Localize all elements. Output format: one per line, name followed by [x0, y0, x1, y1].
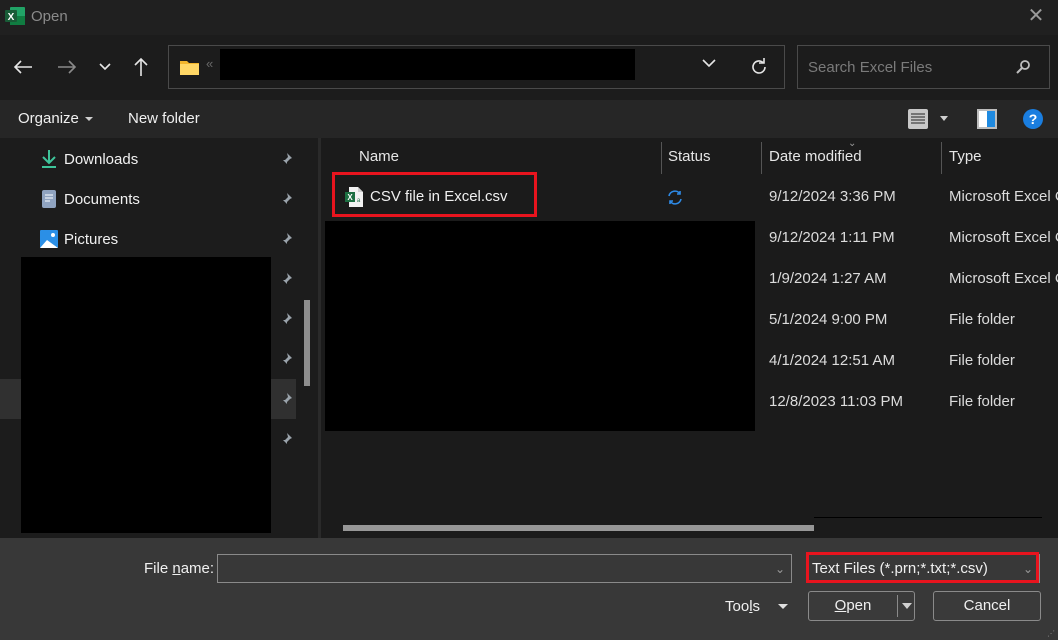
pin-icon[interactable]	[279, 192, 293, 206]
address-dropdown-icon[interactable]	[702, 58, 716, 68]
open-split-divider	[897, 595, 898, 617]
title-bar: X Open ✕	[0, 0, 1058, 35]
file-row[interactable]: X a CSV file in Excel.csv 9/12/2024 3:36…	[321, 177, 1058, 218]
file-date-modified: 5/1/2024 9:00 PM	[769, 311, 888, 328]
excel-csv-file-icon: X a	[345, 187, 363, 207]
pin-icon[interactable]	[279, 392, 293, 406]
file-type: File folder	[949, 311, 1015, 328]
pictures-icon	[40, 230, 58, 248]
cancel-button[interactable]: Cancel	[933, 591, 1041, 621]
file-date-modified: 9/12/2024 3:36 PM	[769, 188, 896, 205]
column-header-type[interactable]: Type	[942, 138, 1058, 174]
caret-down-icon	[84, 117, 93, 122]
open-options-caret-icon[interactable]	[902, 603, 912, 609]
highlight-annotation-file-type	[806, 552, 1039, 583]
resize-grip-icon[interactable]: ⋰	[1047, 629, 1057, 639]
column-header-name[interactable]: Name	[321, 138, 661, 174]
column-header-status[interactable]: Status	[662, 138, 762, 174]
arrow-right-icon	[58, 60, 77, 74]
download-icon	[42, 150, 56, 168]
tools-caret-icon[interactable]	[778, 604, 788, 609]
redacted-sidebar-items	[21, 257, 271, 533]
file-type: Microsoft Excel C	[949, 188, 1058, 205]
file-name-dropdown-icon[interactable]: ⌄	[775, 562, 785, 576]
arrow-left-icon	[13, 60, 32, 74]
navigation-pane: Downloads Documents Pictures	[0, 138, 318, 538]
file-type: File folder	[949, 393, 1015, 410]
arrow-up-icon	[134, 57, 148, 76]
file-name-input[interactable]: ⌄	[217, 554, 792, 583]
excel-app-icon: X	[5, 7, 25, 25]
file-name-label: File name:	[144, 560, 215, 577]
pin-icon[interactable]	[279, 432, 293, 446]
refresh-icon[interactable]	[749, 57, 769, 77]
file-type: File folder	[949, 352, 1015, 369]
new-folder-button[interactable]: New folder	[128, 110, 200, 127]
pin-icon[interactable]	[279, 352, 293, 366]
command-bar: Organize New folder	[0, 100, 1058, 138]
file-date-modified: 1/9/2024 1:27 AM	[769, 270, 887, 287]
sidebar-item-downloads[interactable]: Downloads	[0, 139, 297, 179]
chevron-down-icon	[99, 63, 111, 71]
sidebar-item-label: Downloads	[64, 151, 139, 168]
column-header-date-modified[interactable]: Date modified	[762, 138, 942, 174]
file-date-modified: 9/12/2024 1:11 PM	[769, 229, 895, 246]
forward-button[interactable]	[54, 53, 80, 81]
pin-icon[interactable]	[279, 312, 293, 326]
document-icon	[42, 190, 56, 208]
address-overflow-chevron[interactable]: «	[206, 56, 213, 71]
pin-icon[interactable]	[279, 272, 293, 286]
file-list: Name Status ⌄ Date modified Type X a CSV…	[321, 138, 1058, 538]
sidebar-item-pictures[interactable]: Pictures	[0, 219, 297, 259]
file-name: CSV file in Excel.csv	[370, 188, 508, 205]
up-button[interactable]	[128, 53, 154, 81]
window-title: Open	[31, 8, 68, 25]
svg-text:X: X	[8, 12, 15, 23]
sidebar-item-label: Pictures	[64, 231, 119, 248]
folder-icon	[180, 61, 199, 75]
help-icon[interactable]: ?	[1023, 109, 1043, 129]
back-button[interactable]	[10, 53, 36, 81]
search-placeholder: Search Excel Files	[808, 59, 933, 76]
close-button[interactable]: ✕	[1024, 5, 1048, 29]
pin-icon[interactable]	[279, 152, 293, 166]
svg-text:X: X	[347, 193, 353, 202]
file-date-modified: 12/8/2023 11:03 PM	[769, 393, 903, 410]
scrollbar-track-line	[814, 517, 1042, 518]
open-button[interactable]: Open	[808, 591, 915, 621]
address-bar[interactable]: «	[168, 45, 785, 89]
sidebar-scrollbar-thumb[interactable]	[304, 300, 310, 386]
dialog-footer: File name: ⌄ Text Files (*.prn;*.txt;*.c…	[0, 538, 1058, 640]
recent-locations-button[interactable]	[92, 53, 118, 81]
pin-icon[interactable]	[279, 232, 293, 246]
redacted-path	[220, 49, 635, 80]
view-options-caret-icon[interactable]	[940, 116, 948, 121]
search-input[interactable]: Search Excel Files	[797, 45, 1050, 89]
open-button-label: Open	[834, 597, 872, 614]
search-icon	[1016, 60, 1030, 74]
redacted-file-names	[325, 221, 755, 431]
view-options-icon[interactable]	[908, 109, 928, 129]
organize-label: Organize	[18, 110, 79, 127]
organize-button[interactable]: Organize	[18, 110, 93, 127]
tools-button[interactable]: Tools	[725, 598, 760, 615]
file-type: Microsoft Excel C	[949, 229, 1058, 246]
file-type: Microsoft Excel C	[949, 270, 1058, 287]
sync-icon	[668, 190, 682, 205]
sidebar-item-label: Documents	[64, 191, 140, 208]
sidebar-item-documents[interactable]: Documents	[0, 179, 297, 219]
file-date-modified: 4/1/2024 12:51 AM	[769, 352, 895, 369]
horizontal-scrollbar-thumb[interactable]	[343, 525, 814, 531]
navigation-bar: « Search Excel Files	[0, 35, 1058, 100]
preview-pane-icon[interactable]	[977, 109, 997, 129]
